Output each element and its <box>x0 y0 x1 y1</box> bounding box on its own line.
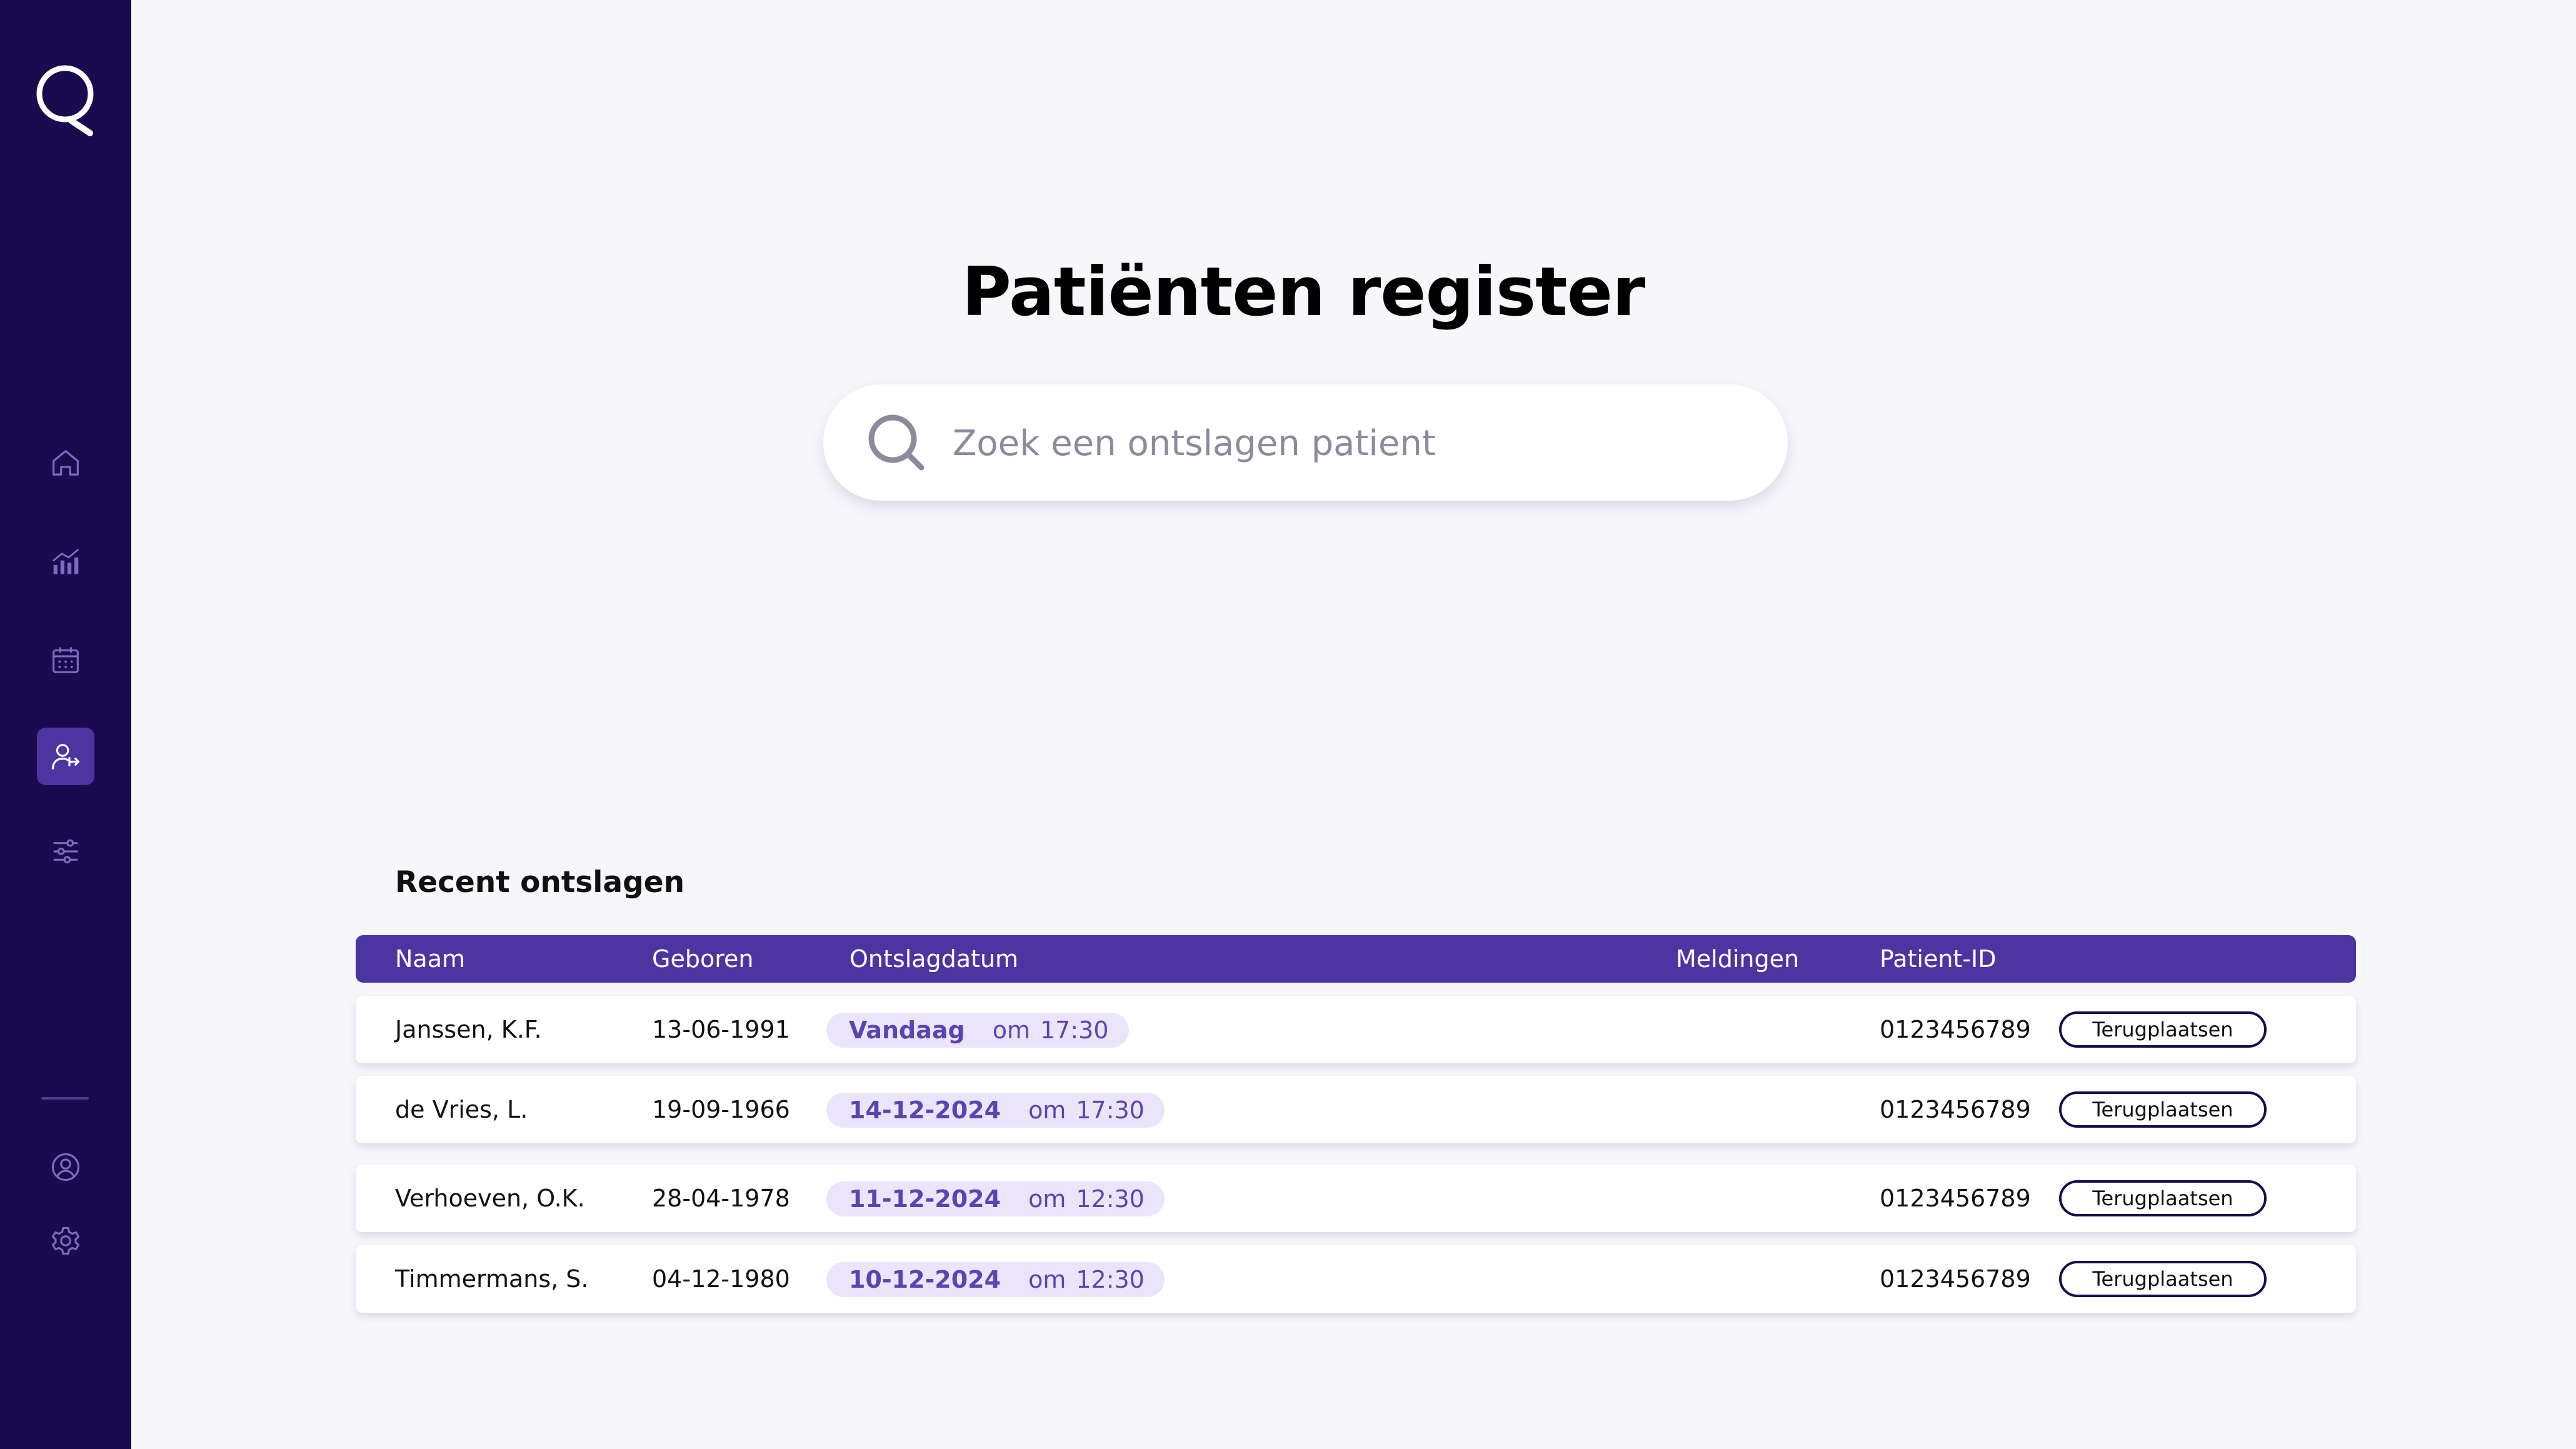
search-icon <box>868 414 925 471</box>
table-row: de Vries, L. 19-09-1966 14-12-2024 om 17… <box>356 1076 2356 1143</box>
discharge-date: Vandaag <box>849 1016 965 1044</box>
patient-name: de Vries, L. <box>395 1096 528 1123</box>
patient-id: 0123456789 <box>1880 1096 2031 1123</box>
search-bar[interactable] <box>823 384 1788 501</box>
table-row: Janssen, K.F. 13-06-1991 Vandaag om 17:3… <box>356 996 2356 1063</box>
discharge-time: 12:30 <box>1076 1266 1145 1293</box>
birth-date: 13-06-1991 <box>652 1016 790 1043</box>
discharge-time: 12:30 <box>1076 1185 1145 1213</box>
restore-patient-button[interactable]: Terugplaatsen <box>2059 1261 2267 1297</box>
discharge-date-badge: 14-12-2024 om 17:30 <box>826 1093 1165 1128</box>
settings-icon <box>51 1226 80 1255</box>
discharge-date: 11-12-2024 <box>849 1185 1001 1213</box>
table-row: Timmermans, S. 04-12-1980 10-12-2024 om … <box>356 1245 2356 1313</box>
discharge-date-badge: 11-12-2024 om 12:30 <box>826 1181 1165 1216</box>
sidebar <box>0 0 131 1449</box>
discharge-at-label: om <box>992 1016 1030 1044</box>
birth-date: 19-09-1966 <box>652 1096 790 1123</box>
discharge-at-label: om <box>1028 1185 1066 1213</box>
patient-id: 0123456789 <box>1880 1265 2031 1293</box>
account-icon <box>51 1153 80 1181</box>
column-header-alerts: Meldingen <box>1676 945 1800 973</box>
discharge-time: 17:30 <box>1076 1096 1145 1124</box>
discharge-date-badge: Vandaag om 17:30 <box>826 1013 1129 1048</box>
nav-settings-button[interactable] <box>37 1212 94 1270</box>
restore-patient-button[interactable]: Terugplaatsen <box>2059 1091 2267 1128</box>
page-title: Patiënten register <box>961 253 1646 331</box>
restore-patient-button[interactable]: Terugplaatsen <box>2059 1011 2267 1048</box>
patient-id: 0123456789 <box>1880 1185 2031 1212</box>
patient-name: Janssen, K.F. <box>395 1016 542 1043</box>
nav-calendar-button[interactable] <box>37 631 94 689</box>
nav-patients-button[interactable] <box>37 728 94 785</box>
sliders-icon <box>53 839 78 864</box>
calendar-icon <box>53 647 79 673</box>
q-logo-icon[interactable] <box>33 59 99 141</box>
discharge-date-badge: 10-12-2024 om 12:30 <box>826 1262 1165 1297</box>
column-header-discharge-date: Ontslagdatum <box>849 945 1019 973</box>
user-discharge-icon <box>51 744 80 770</box>
column-header-patient-id: Patient-ID <box>1880 945 1997 973</box>
chart-icon <box>53 549 79 574</box>
discharge-time: 17:30 <box>1040 1016 1109 1044</box>
nav-filters-button[interactable] <box>37 823 94 880</box>
discharge-at-label: om <box>1028 1266 1066 1293</box>
table-header: Naam Geboren Ontslagdatum Meldingen Pati… <box>356 935 2356 983</box>
nav-home-button[interactable] <box>37 434 94 492</box>
nav-account-button[interactable] <box>37 1138 94 1196</box>
birth-date: 04-12-1980 <box>652 1265 790 1293</box>
discharge-at-label: om <box>1028 1096 1066 1124</box>
home-icon <box>53 450 79 476</box>
discharge-date: 14-12-2024 <box>849 1096 1001 1124</box>
birth-date: 28-04-1978 <box>652 1185 790 1212</box>
table-row: Verhoeven, O.K. 28-04-1978 11-12-2024 om… <box>356 1165 2356 1232</box>
patient-name: Timmermans, S. <box>395 1265 589 1293</box>
restore-patient-button[interactable]: Terugplaatsen <box>2059 1180 2267 1216</box>
column-header-name: Naam <box>395 945 466 973</box>
discharge-date: 10-12-2024 <box>849 1266 1001 1293</box>
sidebar-divider <box>41 1097 89 1100</box>
app: Patiënten register Recent ontslagen Naam… <box>0 0 2576 1449</box>
column-header-born: Geboren <box>652 945 754 973</box>
search-input[interactable] <box>951 408 1754 478</box>
nav-analytics-button[interactable] <box>37 533 94 591</box>
patient-id: 0123456789 <box>1880 1016 2031 1043</box>
patient-name: Verhoeven, O.K. <box>395 1185 585 1212</box>
section-title: Recent ontslagen <box>395 865 685 900</box>
